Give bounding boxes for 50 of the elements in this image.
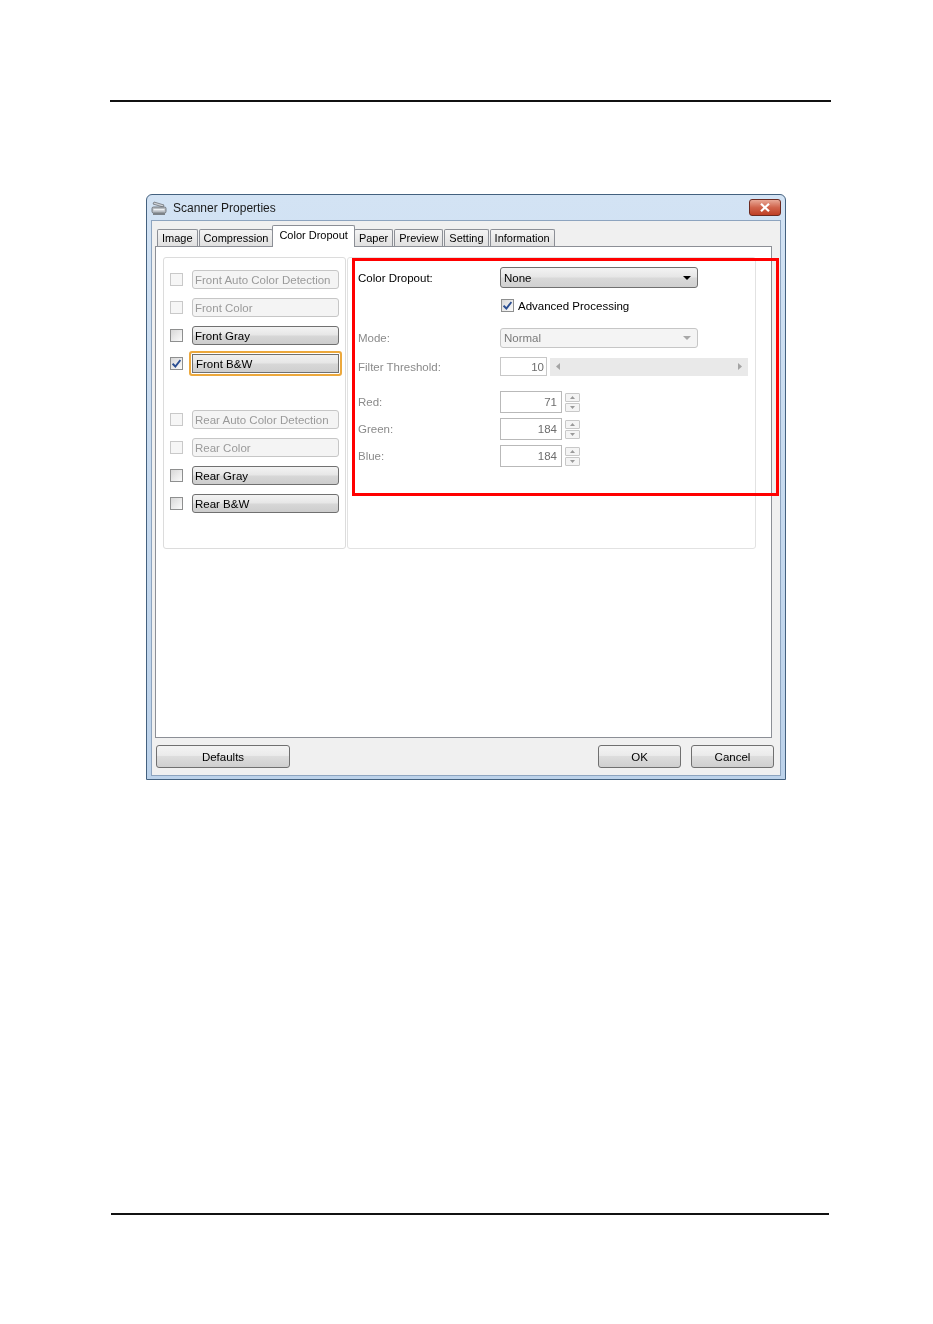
spin-down-button[interactable] xyxy=(565,402,580,412)
tab[interactable]: Setting xyxy=(444,229,489,246)
field-label: Filter Threshold: xyxy=(358,360,442,373)
option-button[interactable]: Rear Gray xyxy=(192,466,339,485)
dropdown-arrow-icon xyxy=(683,336,691,340)
option-button[interactable]: Front B&W xyxy=(189,351,342,376)
spin-down-button[interactable] xyxy=(565,456,580,466)
up-arrow-icon xyxy=(570,395,575,399)
field-label: Green: xyxy=(358,423,395,435)
spin-up-button[interactable] xyxy=(565,446,580,456)
tab[interactable]: Preview xyxy=(394,229,444,246)
ok-button[interactable]: OK xyxy=(598,745,681,768)
down-arrow-icon xyxy=(570,459,575,463)
tab[interactable]: Image xyxy=(157,229,198,246)
tab[interactable]: Information xyxy=(489,229,555,246)
spin-up-button[interactable] xyxy=(565,392,580,402)
up-arrow-icon xyxy=(570,449,575,453)
down-arrow-icon xyxy=(570,405,575,409)
option-button[interactable]: Front Gray xyxy=(192,326,339,345)
checkbox-label[interactable]: Advanced Processing xyxy=(518,299,630,312)
close-button[interactable] xyxy=(749,199,781,216)
color-dropout-dropdown[interactable]: None xyxy=(500,267,698,288)
checkmark-icon xyxy=(503,301,512,310)
down-arrow-icon xyxy=(570,432,575,436)
option-button[interactable]: Rear B&W xyxy=(192,494,339,513)
field-label: Color Dropout: xyxy=(358,271,434,284)
field-label: Mode: xyxy=(358,332,391,344)
window-title: Scanner Properties xyxy=(173,200,276,215)
cancel-button[interactable]: Cancel xyxy=(691,745,774,768)
checkbox[interactable] xyxy=(170,329,183,342)
tab[interactable]: Paper xyxy=(353,229,394,246)
spin-down-button[interactable] xyxy=(565,429,580,439)
field-label: Blue: xyxy=(358,450,386,462)
close-icon xyxy=(760,203,770,212)
spin-up-button[interactable] xyxy=(565,419,580,429)
left-arrow-icon xyxy=(556,363,560,370)
dropdown-arrow-icon xyxy=(683,275,691,280)
scanner-icon xyxy=(151,199,167,216)
checkmark-icon xyxy=(172,359,181,368)
checkbox[interactable] xyxy=(501,299,514,312)
tab[interactable]: Compression xyxy=(198,229,274,246)
checkbox[interactable] xyxy=(170,497,183,510)
checkbox[interactable] xyxy=(170,357,183,370)
field-label: Red: xyxy=(358,396,384,408)
right-arrow-icon xyxy=(738,363,742,370)
checkbox[interactable] xyxy=(170,469,183,482)
tab[interactable]: Color Dropout xyxy=(272,225,355,247)
threshold-scrollbar[interactable] xyxy=(550,357,748,376)
up-arrow-icon xyxy=(570,422,575,426)
defaults-button[interactable]: Defaults xyxy=(156,745,290,768)
